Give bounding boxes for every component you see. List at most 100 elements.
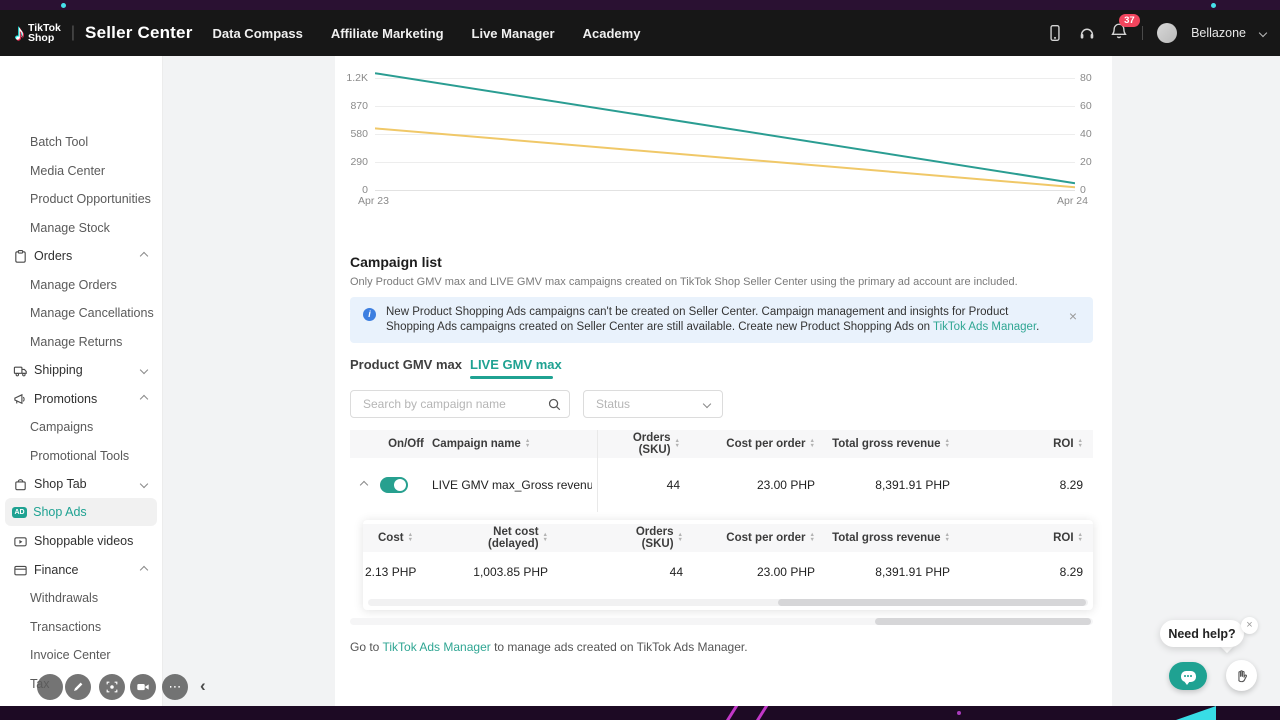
- tab-live-gmv-max[interactable]: LIVE GMV max: [470, 357, 562, 372]
- ads-manager-link[interactable]: TikTok Ads Manager: [382, 640, 490, 654]
- pen-tool-button[interactable]: [65, 674, 91, 700]
- tiktok-shop-logo[interactable]: ♪ TikTokShop: [14, 22, 61, 44]
- sidebar-item-transactions[interactable]: Transactions: [0, 615, 163, 639]
- y-right-tick: 20: [1080, 156, 1092, 168]
- campaign-search: [350, 390, 570, 418]
- total-gross-revenue-cell: 8,391.91 PHP: [820, 552, 950, 592]
- tab-product-gmv-max[interactable]: Product GMV max: [350, 357, 462, 372]
- sidebar-item-orders[interactable]: Orders: [0, 244, 163, 268]
- mobile-app-icon[interactable]: [1046, 24, 1064, 42]
- yellow-line: [375, 128, 1075, 187]
- sort-icon[interactable]: ▲▼: [525, 439, 530, 449]
- ads-manager-link[interactable]: TikTok Ads Manager: [933, 321, 1036, 333]
- sidebar-item-manage-returns[interactable]: Manage Returns: [0, 330, 163, 354]
- col-cost-per-order[interactable]: Cost per order▲▼: [685, 524, 815, 552]
- sidebar-item-product-opportunities[interactable]: Product Opportunities: [0, 187, 163, 211]
- close-icon[interactable]: ×: [1241, 617, 1258, 634]
- record-video-button[interactable]: [130, 674, 156, 700]
- recorder-blank-button[interactable]: [37, 674, 63, 700]
- screenshot-button[interactable]: [99, 674, 125, 700]
- sort-icon[interactable]: ▲▼: [408, 533, 413, 543]
- sort-icon[interactable]: ▲▼: [945, 533, 950, 543]
- header-actions: 37 Bellazone: [1046, 10, 1266, 56]
- sidebar-item-shop-tab[interactable]: Shop Tab: [0, 472, 163, 496]
- notifications-bell[interactable]: 37: [1110, 22, 1128, 45]
- sidebar: Batch Tool Media Center Product Opportun…: [0, 56, 163, 720]
- col-orders[interactable]: Orders (SKU)▲▼: [603, 524, 683, 552]
- status-placeholder: Status: [596, 397, 630, 411]
- col-total-gross-revenue[interactable]: Total gross revenue▲▼: [820, 430, 950, 458]
- campaign-name-cell[interactable]: LIVE GMV max_Gross revenue_...: [432, 458, 592, 512]
- col-roi[interactable]: ROI▲▼: [960, 524, 1083, 552]
- clipboard-icon: [12, 248, 28, 264]
- sidebar-item-manage-orders[interactable]: Manage Orders: [0, 273, 163, 297]
- user-avatar[interactable]: [1157, 23, 1177, 43]
- col-roi[interactable]: ROI▲▼: [960, 430, 1083, 458]
- col-net-cost[interactable]: Net cost (delayed)▲▼: [448, 524, 548, 552]
- sidebar-item-invoice-center[interactable]: Invoice Center: [0, 643, 163, 667]
- detail-row: 2.13 PHP 1,003.85 PHP 44 23.00 PHP 8,391…: [363, 552, 1093, 592]
- search-icon[interactable]: [547, 397, 562, 417]
- sort-icon[interactable]: ▲▼: [810, 439, 815, 449]
- sidebar-item-shop-ads[interactable]: AD Shop Ads: [5, 498, 157, 526]
- sidebar-item-manage-stock[interactable]: Manage Stock: [0, 216, 163, 240]
- sort-icon[interactable]: ▲▼: [1078, 439, 1083, 449]
- chat-support-button[interactable]: [1169, 662, 1207, 690]
- nav-data-compass[interactable]: Data Compass: [213, 26, 303, 41]
- sidebar-item-manage-cancellations[interactable]: Manage Cancellations: [0, 301, 163, 325]
- sidebar-item-shoppable-videos[interactable]: Shoppable videos: [0, 529, 163, 553]
- close-icon[interactable]: ×: [1069, 309, 1077, 323]
- sort-icon[interactable]: ▲▼: [543, 533, 548, 543]
- search-input[interactable]: [361, 391, 541, 417]
- col-total-gross-revenue[interactable]: Total gross revenue▲▼: [820, 524, 950, 552]
- sidebar-item-promotions[interactable]: Promotions: [0, 387, 163, 411]
- table-scrollbar-thumb[interactable]: [875, 618, 1091, 625]
- col-on-off: On/Off: [380, 430, 432, 458]
- sidebar-item-batch-tool[interactable]: Batch Tool: [0, 130, 163, 154]
- nav-affiliate-marketing[interactable]: Affiliate Marketing: [331, 26, 444, 41]
- chevron-down-icon: [140, 366, 148, 374]
- col-cost-per-order[interactable]: Cost per order▲▼: [685, 430, 815, 458]
- collapse-toolbar-button[interactable]: ‹: [200, 676, 206, 696]
- status-select[interactable]: Status: [583, 390, 723, 418]
- sidebar-item-media-center[interactable]: Media Center: [0, 159, 163, 183]
- decor-triangle: [1176, 706, 1216, 720]
- sort-icon[interactable]: ▲▼: [675, 439, 680, 449]
- megaphone-icon: [12, 391, 28, 407]
- product-title: Seller Center: [85, 23, 192, 43]
- sort-icon[interactable]: ▲▼: [810, 533, 815, 543]
- detail-scrollbar-thumb[interactable]: [778, 599, 1086, 606]
- nav-academy[interactable]: Academy: [583, 26, 641, 41]
- table-header: On/Off Campaign name▲▼ Orders (SKU)▲▼ Co…: [350, 430, 1093, 458]
- total-gross-revenue-cell: 8,391.91 PHP: [820, 458, 950, 512]
- campaign-detail-panel: Cost▲▼ Net cost (delayed)▲▼ Orders (SKU)…: [363, 520, 1093, 610]
- sidebar-item-shipping[interactable]: Shipping: [0, 358, 163, 382]
- sort-icon[interactable]: ▲▼: [678, 533, 683, 543]
- col-campaign-name[interactable]: Campaign name▲▼: [432, 430, 530, 458]
- more-options-button[interactable]: ⋯: [162, 674, 188, 700]
- sidebar-item-withdrawals[interactable]: Withdrawals: [0, 586, 163, 610]
- nav-live-manager[interactable]: Live Manager: [472, 26, 555, 41]
- sort-icon[interactable]: ▲▼: [945, 439, 950, 449]
- campaign-toggle[interactable]: [380, 477, 408, 493]
- sidebar-item-promotional-tools[interactable]: Promotional Tools: [0, 444, 163, 468]
- hand-gesture-button[interactable]: [1226, 660, 1257, 691]
- col-orders[interactable]: Orders (SKU)▲▼: [600, 430, 680, 458]
- shopping-bag-icon: [12, 476, 28, 492]
- info-icon: i: [363, 308, 376, 321]
- section-subtitle: Only Product GMV max and LIVE GMV max ca…: [350, 276, 1018, 288]
- header-nav: Data Compass Affiliate Marketing Live Ma…: [213, 26, 641, 41]
- decor-dot: [61, 3, 66, 8]
- support-headset-icon[interactable]: [1078, 24, 1096, 42]
- table-scrollbar-track[interactable]: [350, 618, 1093, 625]
- orders-cell: 44: [600, 458, 680, 512]
- sidebar-item-finance[interactable]: Finance: [0, 558, 163, 582]
- sort-icon[interactable]: ▲▼: [1078, 533, 1083, 543]
- ad-badge-icon: AD: [12, 507, 27, 518]
- detail-scrollbar-track[interactable]: [368, 599, 1088, 606]
- y-right-tick: 40: [1080, 128, 1092, 140]
- sidebar-item-campaigns[interactable]: Campaigns: [0, 415, 163, 439]
- col-cost[interactable]: Cost▲▼: [378, 524, 413, 552]
- chevron-down-icon[interactable]: [1259, 29, 1267, 37]
- collapse-row-icon[interactable]: [360, 481, 368, 489]
